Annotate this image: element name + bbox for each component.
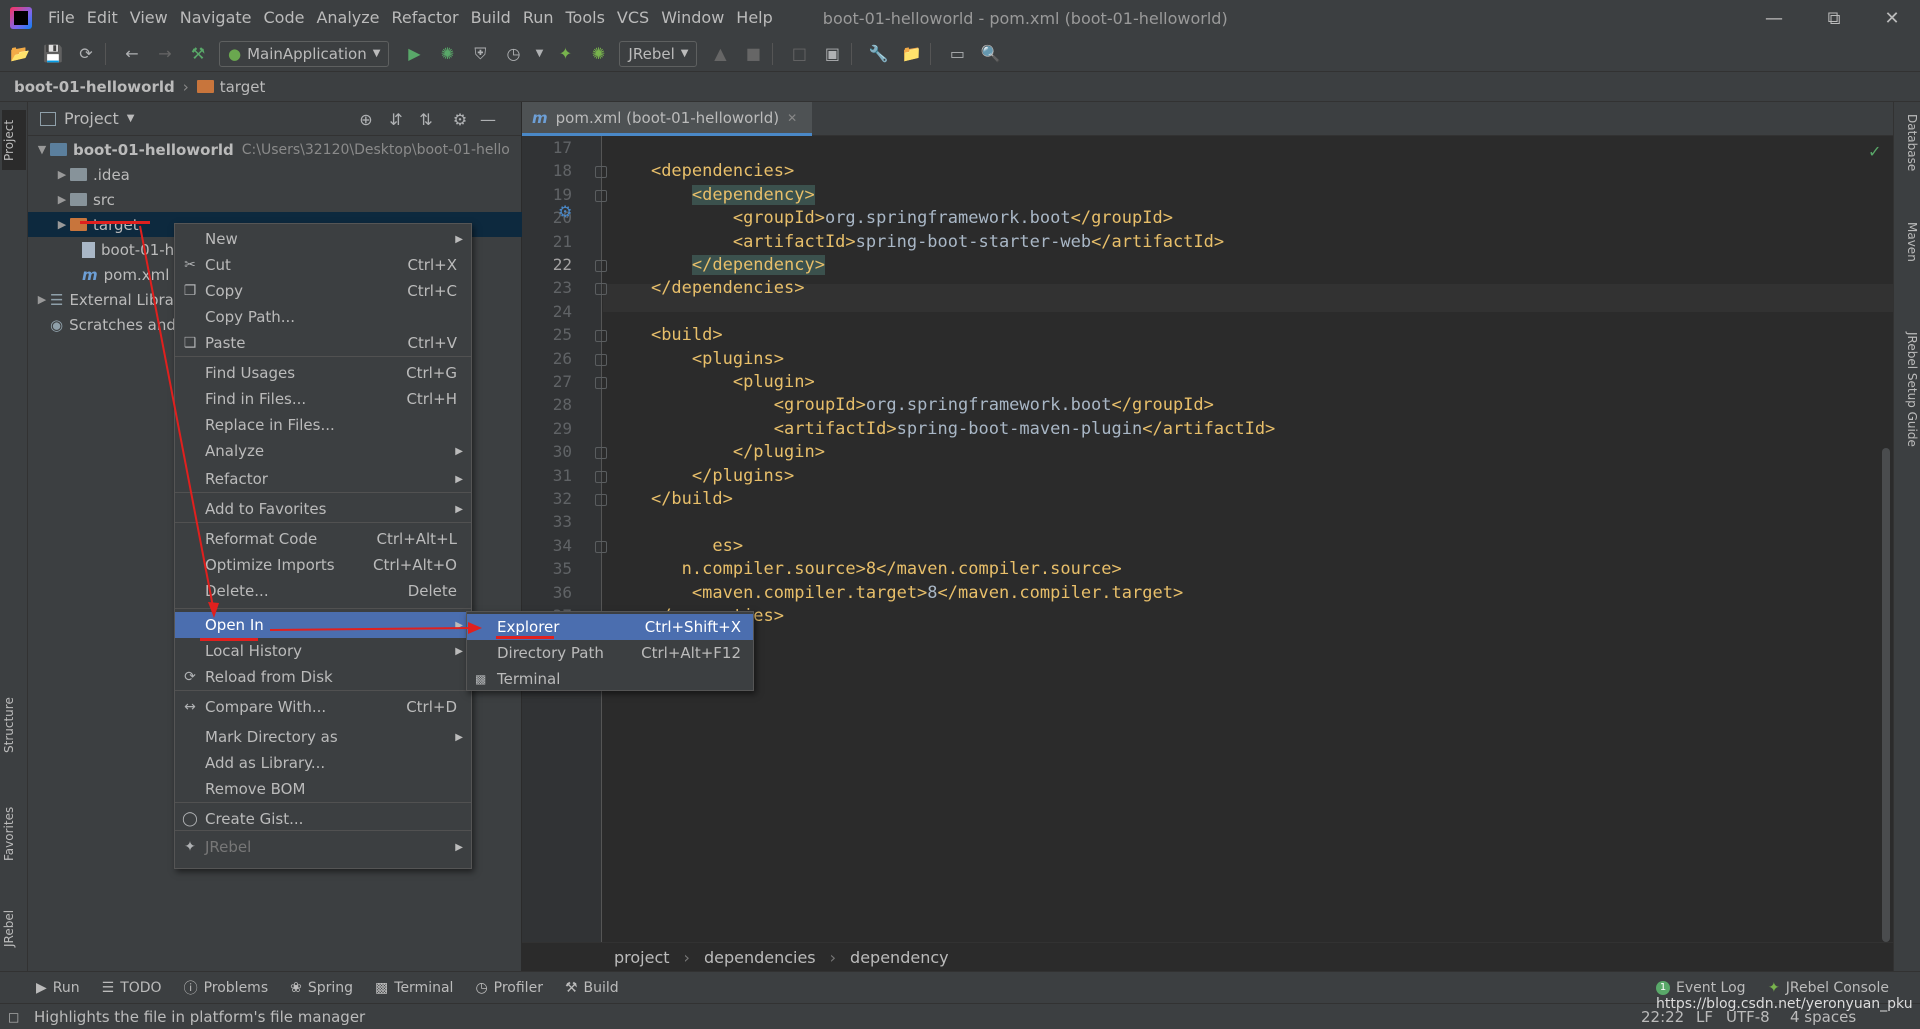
status-message: Highlights the file in platform's file m… [34, 1007, 366, 1026]
tab-label: Run [52, 979, 80, 996]
hammer-icon: ⚒ [564, 979, 578, 996]
tab-label: JRebel Console [1785, 979, 1889, 996]
tool-tab-spring[interactable]: ❀ Spring [290, 980, 353, 996]
tab-label: TODO [120, 979, 162, 996]
tab-label: Terminal [394, 979, 454, 996]
watermark-url: https://blog.csdn.net/yeronyuan_pku [1656, 996, 1913, 1012]
tab-label: Problems [203, 979, 269, 996]
list-icon: ☰ [101, 979, 115, 996]
tool-tab-profiler[interactable]: ◷ Profiler [475, 980, 543, 996]
info-icon: ⓘ [183, 980, 198, 997]
tool-tab-terminal[interactable]: ▩ Terminal [375, 980, 453, 996]
tool-tab-todo[interactable]: ☰ TODO [102, 980, 162, 996]
tool-tab-jrebel-console[interactable]: ✦ JRebel Console [1768, 980, 1889, 996]
profiler-icon: ◷ [475, 979, 488, 996]
annotation-arrows [139, 225, 482, 634]
tab-label: Build [583, 979, 619, 996]
tool-tab-event-log[interactable]: 1 Event Log [1656, 980, 1746, 996]
status-toggle-icon[interactable]: □ [8, 1010, 19, 1024]
jrebel-icon: ✦ [1768, 979, 1780, 996]
run-icon: ▶ [36, 979, 47, 996]
tool-tab-build[interactable]: ⚒ Build [565, 980, 619, 996]
tab-label: Spring [307, 979, 354, 996]
tab-label: Profiler [493, 979, 543, 996]
spring-leaf-icon: ❀ [290, 979, 302, 996]
terminal-icon: ▩ [375, 979, 389, 996]
tool-tab-problems[interactable]: ⓘ Problems [184, 978, 269, 998]
status-bar: □ Highlights the file in platform's file… [0, 996, 1920, 1029]
tool-tab-run[interactable]: ▶ Run [36, 980, 80, 996]
tab-label: Event Log [1676, 979, 1746, 996]
event-log-badge-icon: 1 [1656, 980, 1670, 995]
tool-window-bar: ▶ Run ☰ TODO ⓘ Problems ❀ Spring ▩ Terminal ◷… [0, 971, 1920, 1003]
